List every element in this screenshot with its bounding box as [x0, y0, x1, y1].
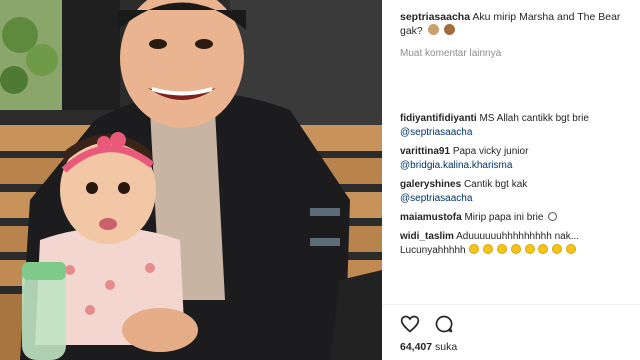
smile-emoji-icon	[548, 212, 558, 221]
comment-text: Papa vicky junior	[452, 146, 529, 157]
likes-summary[interactable]: 64,407 suka	[400, 341, 457, 353]
comment-text: MS Allah cantikk bgt brie	[479, 113, 589, 124]
comment-mention[interactable]: @bridgia.kalina.kharisma	[400, 159, 634, 173]
post-caption: septriasaacha Aku mirip Marsha and The B…	[400, 10, 630, 38]
comment-username[interactable]: galeryshines	[400, 179, 461, 190]
blush-emoji-icon	[538, 244, 549, 254]
post-photo	[0, 0, 382, 360]
comment-item: widi_taslim Aduuuuuuhhhhhhhhh nak... Luc…	[400, 230, 634, 258]
comment-text: Aduuuuuuhhhhhhhhh nak...	[456, 231, 580, 242]
panel-divider	[382, 304, 640, 305]
comment-item: fidiyantifidiyanti MS Allah cantikk bgt …	[400, 112, 634, 140]
smile-emoji-icon	[483, 244, 494, 254]
heart-icon[interactable]	[400, 314, 420, 334]
blush-emoji-icon	[496, 244, 507, 254]
comment-item: maiamustofa Mirip papa ini brie	[400, 211, 634, 225]
comment-username[interactable]: fidiyantifidiyanti	[400, 113, 477, 124]
photo-illustration	[0, 0, 382, 360]
comment-username[interactable]: maiamustofa	[400, 212, 462, 223]
likes-count: 64,407	[400, 341, 433, 353]
comment-username[interactable]: widi_taslim	[400, 231, 454, 242]
smile-emoji-icon	[524, 244, 535, 254]
comment-item: varittina91 Papa vicky junior @bridgia.k…	[400, 145, 634, 173]
grin-emoji-icon	[565, 244, 576, 254]
comment-mention[interactable]: @septriasaacha	[400, 126, 634, 140]
likes-label: suka	[435, 341, 458, 353]
smile-emoji-icon	[552, 244, 563, 254]
comment-text-continued: Lucunyahhhhh	[400, 245, 466, 256]
comment-username[interactable]: varittina91	[400, 146, 450, 157]
comment-bubble-icon[interactable]	[434, 314, 454, 334]
monkey-face-emoji-icon	[427, 24, 439, 35]
comment-text: Mirip papa ini brie	[464, 212, 544, 223]
comment-mention[interactable]: @septriasaacha	[400, 192, 634, 206]
post-actions	[400, 314, 454, 334]
comments-list: fidiyantifidiyanti MS Allah cantikk bgt …	[400, 112, 634, 263]
load-more-comments-link[interactable]: Muat komentar lainnya	[400, 48, 630, 59]
bear-face-emoji-icon	[443, 24, 455, 35]
grin-emoji-icon	[510, 244, 521, 254]
comment-text: Cantik bgt kak	[463, 179, 528, 190]
comment-item: galeryshines Cantik bgt kak @septriasaac…	[400, 178, 634, 206]
yellow-emoji-row	[468, 244, 576, 258]
grin-emoji-icon	[469, 244, 480, 254]
caption-username[interactable]: septriasaacha	[400, 11, 470, 23]
